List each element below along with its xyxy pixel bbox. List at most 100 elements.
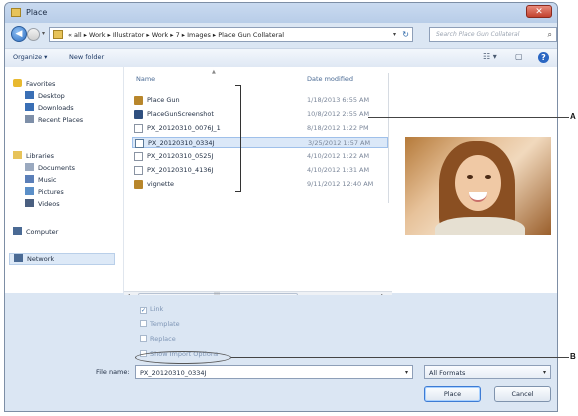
folder-icon bbox=[11, 8, 21, 17]
checkbox-icon[interactable] bbox=[140, 335, 147, 342]
command-toolbar: Organize ▾ New folder ☷ ▾ ▢ ? bbox=[5, 48, 557, 68]
file-date: 10/8/2012 2:55 AM bbox=[307, 110, 370, 118]
file-name-field[interactable]: PX_20120310_0334J ▾ bbox=[135, 365, 413, 379]
callout-highlight-oval bbox=[135, 351, 231, 364]
image-file-icon bbox=[135, 139, 144, 148]
sidebar-item-label: Documents bbox=[38, 164, 76, 172]
file-name: Place Gun bbox=[147, 96, 180, 104]
forward-button[interactable] bbox=[27, 28, 40, 41]
file-name: vignette bbox=[147, 180, 174, 188]
chevron-down-icon[interactable]: ▾ bbox=[405, 369, 408, 376]
file-date: 3/25/2012 1:57 AM bbox=[308, 139, 371, 147]
folder-icon bbox=[134, 110, 143, 119]
replace-checkbox[interactable]: Replace bbox=[140, 335, 176, 345]
recent-locations-dropdown[interactable]: ▾ bbox=[42, 30, 45, 37]
file-date: 9/11/2012 12:40 AM bbox=[307, 180, 374, 188]
preview-shirt bbox=[435, 217, 525, 235]
search-placeholder: Search Place Gun Collateral bbox=[436, 31, 520, 38]
folder-icon bbox=[53, 30, 63, 39]
change-view-icon[interactable]: ☷ ▾ bbox=[483, 52, 497, 61]
preview-eye bbox=[467, 175, 473, 179]
file-format-select[interactable]: All Formats ▾ bbox=[424, 365, 551, 379]
sidebar-item-libraries[interactable]: Libraries bbox=[13, 151, 54, 161]
callout-line-b bbox=[231, 357, 569, 358]
file-name: PX_20120310_0525J bbox=[147, 152, 214, 160]
sidebar-item-label: Favorites bbox=[26, 80, 56, 88]
file-format-value: All Formats bbox=[429, 369, 466, 377]
file-name: PlaceGunScreenshot bbox=[147, 110, 214, 118]
downloads-icon bbox=[25, 103, 34, 111]
sidebar-item-desktop[interactable]: Desktop bbox=[25, 91, 65, 101]
sidebar-item-pictures[interactable]: Pictures bbox=[25, 187, 64, 197]
computer-icon bbox=[13, 227, 22, 235]
sidebar-item-downloads[interactable]: Downloads bbox=[25, 103, 74, 113]
place-dialog: Place ✕ ◀ ▾ « all ▸ Work ▸ Illustrator ▸… bbox=[4, 2, 558, 412]
sidebar-item-network[interactable]: Network bbox=[9, 253, 115, 265]
close-button[interactable]: ✕ bbox=[526, 5, 552, 18]
sidebar-item-label: Network bbox=[27, 255, 55, 263]
callout-label-a: A bbox=[570, 112, 576, 121]
column-divider[interactable] bbox=[388, 73, 389, 203]
file-row[interactable]: Place Gun 1/18/2013 6:55 AM bbox=[132, 95, 388, 106]
sidebar-item-favorites[interactable]: Favorites bbox=[13, 79, 55, 89]
file-name-value[interactable]: PX_20120310_0334J bbox=[140, 369, 206, 377]
new-folder-button[interactable]: New folder bbox=[69, 53, 104, 61]
image-file-icon bbox=[134, 166, 143, 175]
documents-icon bbox=[25, 163, 34, 171]
refresh-icon[interactable]: ↻ bbox=[402, 30, 409, 39]
recent-places-icon bbox=[25, 115, 34, 123]
preview-pane-icon[interactable]: ▢ bbox=[515, 52, 523, 61]
sidebar-item-label: Videos bbox=[38, 200, 60, 208]
callout-label-b: B bbox=[570, 352, 576, 361]
file-row[interactable]: vignette 9/11/2012 12:40 AM bbox=[132, 179, 388, 190]
title-bar: Place ✕ bbox=[5, 3, 557, 23]
file-row[interactable]: PX_20120310_0525J 4/10/2012 1:22 AM bbox=[132, 151, 388, 162]
sidebar-item-music[interactable]: Music bbox=[25, 175, 57, 185]
navigation-bar: ◀ ▾ « all ▸ Work ▸ Illustrator ▸ Work ▸ … bbox=[5, 24, 557, 46]
file-row[interactable]: PlaceGunScreenshot 10/8/2012 2:55 AM bbox=[132, 109, 388, 120]
ai-file-icon bbox=[134, 180, 143, 189]
sidebar-item-computer[interactable]: Computer bbox=[13, 227, 58, 237]
search-input[interactable]: Search Place Gun Collateral ⌕ bbox=[429, 27, 557, 42]
file-name: PX_20120310_4136J bbox=[147, 166, 214, 174]
window-title: Place bbox=[26, 8, 48, 17]
image-preview bbox=[405, 137, 551, 235]
link-label: Link bbox=[150, 305, 164, 313]
preview-eye bbox=[485, 175, 491, 179]
organize-menu[interactable]: Organize ▾ bbox=[13, 53, 47, 61]
sort-ascending-icon: ▲ bbox=[212, 69, 216, 75]
sidebar-item-recent-places[interactable]: Recent Places bbox=[25, 115, 83, 125]
desktop-icon bbox=[25, 91, 34, 99]
link-checkbox[interactable]: ✓ Link bbox=[140, 305, 163, 315]
address-path[interactable]: « all ▸ Work ▸ Illustrator ▸ Work ▸ 7 ▸ … bbox=[68, 31, 284, 39]
libraries-icon bbox=[13, 151, 22, 159]
sidebar-item-label: Downloads bbox=[38, 104, 74, 112]
checkbox-checked-icon[interactable]: ✓ bbox=[140, 307, 147, 314]
chevron-down-icon[interactable]: ▾ bbox=[543, 369, 546, 376]
navigation-pane: Favorites Desktop Downloads Recent Place… bbox=[5, 67, 124, 293]
sidebar-item-videos[interactable]: Videos bbox=[25, 199, 60, 209]
address-bar[interactable]: « all ▸ Work ▸ Illustrator ▸ Work ▸ 7 ▸ … bbox=[49, 27, 413, 42]
help-icon[interactable]: ? bbox=[538, 52, 549, 63]
star-icon bbox=[13, 79, 22, 87]
sidebar-item-label: Recent Places bbox=[38, 116, 84, 124]
place-button[interactable]: Place bbox=[424, 386, 481, 402]
checkbox-icon[interactable] bbox=[140, 320, 147, 327]
search-icon[interactable]: ⌕ bbox=[548, 30, 552, 40]
file-row[interactable]: PX_20120310_0076J_1 8/18/2012 1:22 PM bbox=[132, 123, 388, 134]
sidebar-item-label: Libraries bbox=[26, 152, 55, 160]
network-icon bbox=[14, 254, 23, 262]
column-header-date-modified[interactable]: Date modified bbox=[307, 75, 353, 83]
sidebar-item-documents[interactable]: Documents bbox=[25, 163, 75, 173]
cancel-button[interactable]: Cancel bbox=[494, 386, 551, 402]
image-file-icon bbox=[134, 152, 143, 161]
file-row[interactable]: PX_20120310_4136J 4/10/2012 1:31 AM bbox=[132, 165, 388, 176]
back-button[interactable]: ◀ bbox=[11, 26, 27, 42]
column-header-name[interactable]: Name bbox=[136, 75, 155, 83]
sidebar-item-label: Computer bbox=[26, 228, 59, 236]
sidebar-item-label: Pictures bbox=[38, 188, 64, 196]
template-checkbox[interactable]: Template bbox=[140, 320, 180, 330]
chevron-down-icon[interactable]: ▾ bbox=[393, 31, 396, 38]
file-row-selected[interactable]: PX_20120310_0334J 3/25/2012 1:57 AM bbox=[132, 137, 388, 148]
sidebar-item-label: Desktop bbox=[38, 92, 65, 100]
